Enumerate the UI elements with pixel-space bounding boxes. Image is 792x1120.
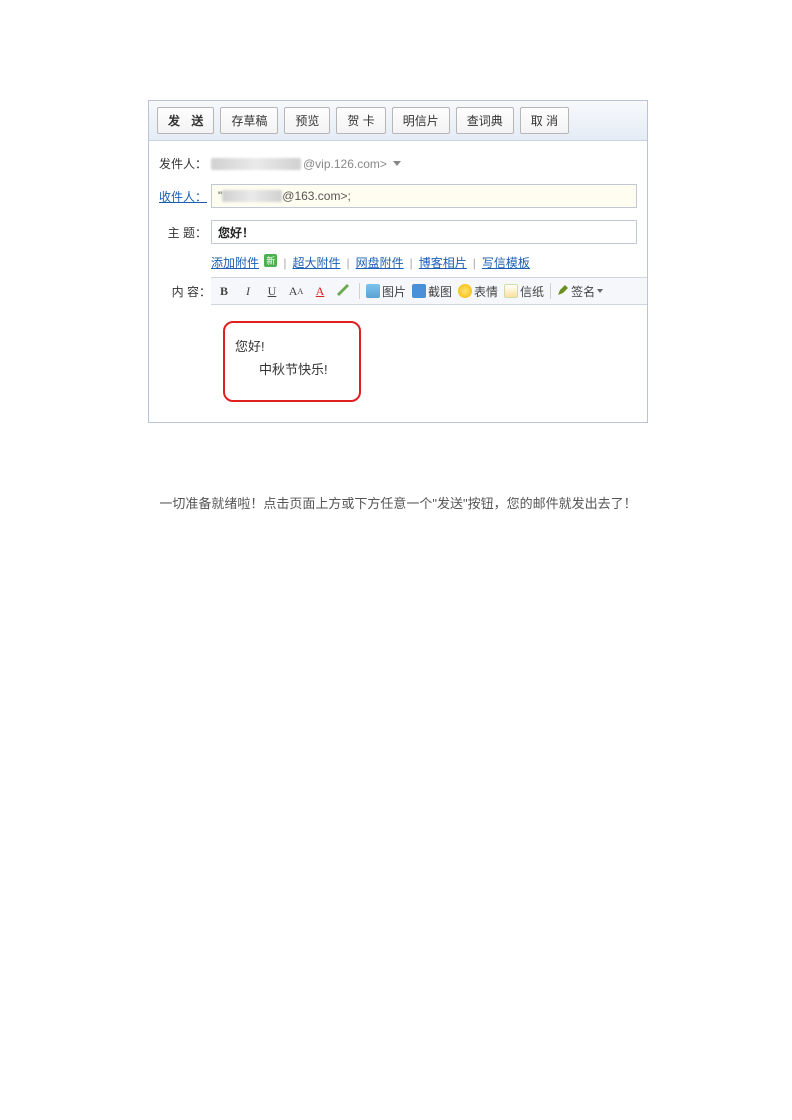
postcard-button[interactable]: 明信片 — [392, 107, 450, 134]
stationery-button[interactable]: 信纸 — [504, 283, 544, 300]
to-domain: @163.com>; — [282, 189, 351, 203]
from-domain: @vip.126.com> — [303, 157, 387, 171]
content-row: 内 容： B I U AA A 图片 — [149, 277, 647, 422]
separator — [550, 283, 551, 299]
to-input[interactable]: " @163.com>; — [211, 184, 637, 208]
main-toolbar: 发 送 存草稿 预览 贺 卡 明信片 查词典 取 消 — [149, 101, 647, 141]
brush-icon[interactable] — [335, 282, 353, 300]
save-draft-button[interactable]: 存草稿 — [220, 107, 278, 134]
big-attachment-link[interactable]: 超大附件 — [293, 254, 341, 271]
from-row: 发件人： @vip.126.com> — [149, 151, 647, 176]
insert-image-button[interactable]: 图片 — [366, 283, 406, 300]
separator: | — [283, 256, 286, 270]
editor-body[interactable]: 您好! 中秋节快乐! — [211, 305, 647, 422]
disk-attachment-link[interactable]: 网盘附件 — [356, 254, 404, 271]
bold-button[interactable]: B — [215, 282, 233, 300]
underline-button[interactable]: U — [263, 282, 281, 300]
template-link[interactable]: 写信模板 — [482, 254, 530, 271]
separator — [359, 283, 360, 299]
new-badge: 新 — [264, 254, 277, 267]
attachment-links: 添加附件 新 | 超大附件 | 网盘附件 | 博客相片 | 写信模板 — [149, 252, 647, 277]
blog-photo-link[interactable]: 博客相片 — [419, 254, 467, 271]
stationery-icon — [504, 284, 518, 298]
preview-button[interactable]: 预览 — [284, 107, 330, 134]
to-row: 收件人： " @163.com>; — [149, 180, 647, 212]
emoji-icon — [458, 284, 472, 298]
cancel-button[interactable]: 取 消 — [520, 107, 569, 134]
screenshot-icon — [412, 284, 426, 298]
separator: | — [347, 256, 350, 270]
signature-button[interactable]: 签名 — [557, 283, 603, 300]
separator: | — [473, 256, 476, 270]
add-attachment-link[interactable]: 添加附件 — [211, 256, 259, 270]
editor-toolbar: B I U AA A 图片 — [211, 277, 647, 305]
font-color-button[interactable]: A — [311, 282, 329, 300]
emoji-button[interactable]: 表情 — [458, 283, 498, 300]
screenshot-button[interactable]: 截图 — [412, 283, 452, 300]
content-label: 内 容： — [149, 277, 211, 300]
subject-input[interactable]: 您好！ — [211, 220, 637, 244]
separator: | — [410, 256, 413, 270]
highlighted-content: 您好! 中秋节快乐! — [223, 321, 361, 402]
send-button[interactable]: 发 送 — [157, 107, 214, 134]
to-redacted — [222, 190, 282, 202]
instruction-caption: 一切准备就绪啦！点击页面上方或下方任意一个"发送"按钮，您的邮件就发出去了！ — [148, 493, 648, 512]
image-icon — [366, 284, 380, 298]
from-redacted — [211, 158, 301, 170]
body-line2: 中秋节快乐! — [235, 358, 343, 381]
from-dropdown[interactable]: @vip.126.com> — [211, 157, 401, 171]
from-label: 发件人： — [149, 155, 211, 172]
pen-icon — [557, 284, 569, 299]
chevron-down-icon — [393, 161, 401, 166]
compose-panel: 发 送 存草稿 预览 贺 卡 明信片 查词典 取 消 发件人： @vip.126… — [148, 100, 648, 423]
subject-row: 主 题： 您好！ — [149, 216, 647, 248]
body-line1: 您好! — [235, 335, 343, 358]
italic-button[interactable]: I — [239, 282, 257, 300]
chevron-down-icon — [597, 289, 603, 293]
subject-label: 主 题： — [149, 224, 211, 241]
greeting-card-button[interactable]: 贺 卡 — [336, 107, 385, 134]
font-size-button[interactable]: AA — [287, 282, 305, 300]
to-label[interactable]: 收件人： — [149, 188, 211, 205]
dictionary-button[interactable]: 查词典 — [456, 107, 514, 134]
subject-value: 您好！ — [218, 224, 254, 241]
